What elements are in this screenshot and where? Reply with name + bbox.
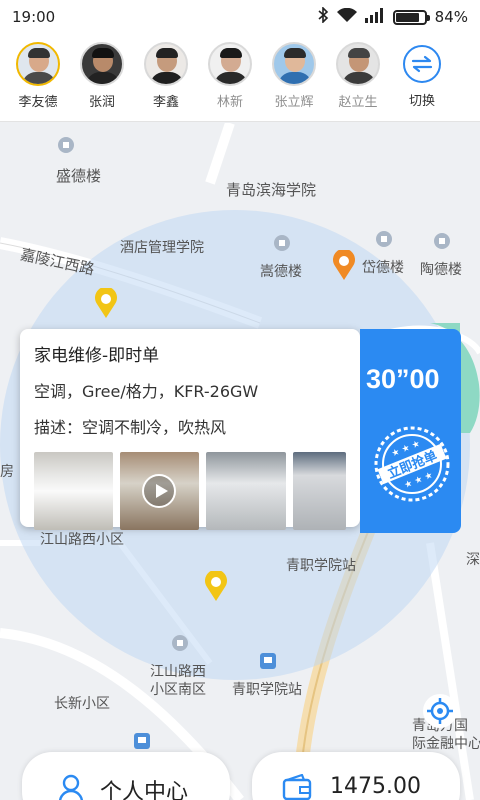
map-pin-icon[interactable] — [94, 286, 118, 322]
map-label: 岱德楼 — [362, 260, 404, 276]
order-title: 家电维修-即时单 — [34, 346, 160, 366]
avatar — [144, 42, 188, 86]
avatar — [272, 42, 316, 86]
photo-list — [34, 452, 347, 530]
map-label: 酒店管理学院 — [120, 240, 204, 256]
avatar — [80, 42, 124, 86]
avatar — [208, 42, 252, 86]
map-label: 江山路西小区 — [40, 532, 124, 548]
building-icon — [376, 231, 392, 251]
map-label: 小区南区 — [150, 682, 206, 698]
order-description: 描述：空调不制冷，吹热风 — [34, 418, 227, 437]
staff-name: 张润 — [88, 95, 115, 110]
order-photo[interactable] — [292, 452, 347, 530]
bluetooth-icon — [317, 6, 329, 27]
staff-name: 张立辉 — [274, 95, 314, 110]
status-time: 19:00 — [12, 8, 56, 26]
wallet-button[interactable]: 1475.00 — [252, 752, 460, 800]
staff-item[interactable]: 林新 — [198, 42, 262, 110]
map-label: 青职学院站 — [232, 682, 302, 698]
map-label: 深 — [466, 552, 480, 568]
locate-button[interactable] — [422, 693, 458, 733]
wifi-icon — [336, 7, 357, 27]
avatar — [16, 42, 60, 86]
map-label: 长新小区 — [54, 696, 110, 712]
building-icon — [434, 233, 450, 253]
wallet-amount: 1475.00 — [330, 774, 421, 799]
building-icon — [58, 137, 74, 157]
building-icon — [274, 235, 290, 255]
battery-icon — [392, 9, 430, 25]
order-product: 空调，Gree/格力，KFR-26GW — [34, 382, 259, 401]
countdown-timer: 30”00 — [366, 364, 440, 394]
play-icon — [142, 474, 177, 508]
order-photo[interactable] — [34, 452, 114, 530]
bus-stop-icon — [134, 733, 150, 753]
switch-label: 切换 — [408, 94, 435, 109]
battery-percent: 84% — [434, 8, 468, 26]
map-label: 陶德楼 — [420, 262, 462, 278]
staff-item[interactable]: 赵立生 — [326, 42, 390, 110]
wallet-icon — [282, 773, 312, 800]
grab-order-panel[interactable]: 30”00 立即抢单 ★ ★ ★ ★ ★ ★ — [360, 329, 461, 533]
avatar — [336, 42, 380, 86]
grab-order-stamp-icon[interactable]: 立即抢单 ★ ★ ★ ★ ★ ★ — [372, 424, 452, 504]
order-video[interactable] — [120, 452, 200, 530]
user-icon — [58, 774, 84, 800]
signal-icon — [364, 7, 385, 27]
bus-stop-icon — [260, 653, 276, 673]
staff-item[interactable]: 张润 — [70, 42, 134, 110]
order-card[interactable]: 家电维修-即时单 空调，Gree/格力，KFR-26GW 描述：空调不制冷，吹热… — [20, 329, 360, 530]
map-view[interactable]: 盛德楼 青岛滨海学院 酒店管理学院 嵩德楼 岱德楼 陶德楼 嘉陵江西路 江山路西… — [0, 123, 480, 800]
status-icons: 84% — [317, 6, 468, 27]
map-pin-icon[interactable] — [332, 248, 356, 284]
profile-label: 个人中心 — [100, 780, 189, 800]
map-label: 际金融中心 — [412, 736, 480, 752]
staff-name: 李鑫 — [152, 95, 179, 110]
map-label: 盛德楼 — [56, 167, 102, 185]
building-icon — [172, 635, 188, 655]
map-label: 青岛滨海学院 — [226, 181, 317, 199]
staff-item[interactable]: 李友德 — [6, 42, 70, 110]
staff-name: 赵立生 — [338, 95, 378, 110]
map-label: 嵩德楼 — [260, 264, 302, 280]
staff-name: 林新 — [216, 95, 243, 110]
order-photo[interactable] — [206, 452, 286, 530]
staff-item[interactable]: 李鑫 — [134, 42, 198, 110]
profile-button[interactable]: 个人中心 — [22, 752, 230, 800]
switch-icon — [403, 45, 441, 83]
status-bar: 19:00 84% — [0, 0, 480, 34]
staff-name: 李友德 — [18, 95, 58, 110]
staff-bar: 李友德 张润 李鑫 林新 张立辉 赵立生 切换 — [0, 34, 480, 122]
switch-button[interactable]: 切换 — [390, 42, 454, 109]
map-pin-icon[interactable] — [204, 569, 228, 605]
map-label: 江山路西 — [150, 664, 206, 680]
staff-item[interactable]: 张立辉 — [262, 42, 326, 110]
map-label: 青职学院站 — [286, 558, 356, 574]
map-label: 房 — [0, 464, 14, 480]
